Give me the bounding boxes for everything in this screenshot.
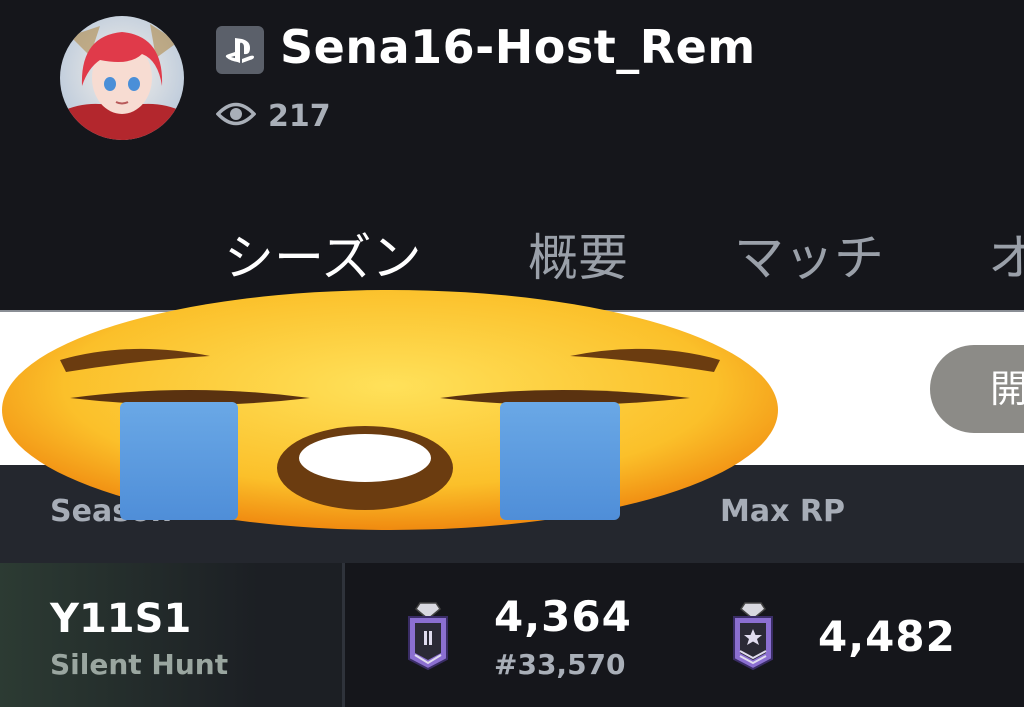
diamond-max-rank-icon: [730, 601, 776, 671]
diamond-rank-icon: [405, 601, 451, 671]
tab-season[interactable]: シーズン: [224, 218, 422, 290]
open-button[interactable]: 開: [930, 345, 1024, 433]
season-name: Silent Hunt: [50, 648, 229, 681]
max-rank-points: 4,482: [818, 612, 956, 661]
view-count-value: 217: [268, 98, 331, 134]
tab-more[interactable]: オ: [988, 218, 1024, 290]
tab-matches[interactable]: マッチ: [734, 218, 884, 290]
eye-icon: [215, 101, 257, 131]
column-divider: [342, 563, 345, 707]
avatar[interactable]: [60, 16, 184, 140]
rank-position: #33,570: [494, 648, 626, 681]
rank-points: 4,364: [494, 592, 632, 641]
playstation-icon: [216, 26, 264, 74]
view-count: 217: [215, 96, 331, 136]
tab-overview[interactable]: 概要: [528, 218, 628, 290]
username: Sena16-Host_Rem: [280, 20, 756, 74]
crying-face-emoji-icon: [0, 290, 780, 530]
season-code: Y11S1: [50, 596, 192, 642]
